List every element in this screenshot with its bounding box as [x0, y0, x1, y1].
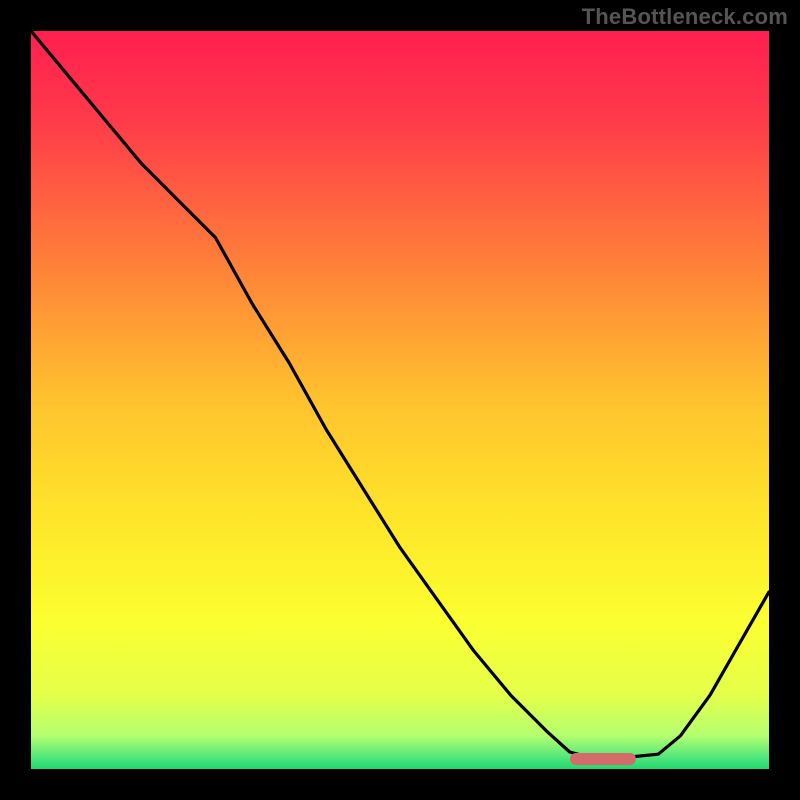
optimum-marker — [570, 753, 636, 765]
watermark-text: TheBottleneck.com — [582, 4, 788, 30]
bottleneck-curve — [31, 31, 769, 769]
plot-area — [31, 31, 769, 769]
chart-frame: TheBottleneck.com — [0, 0, 800, 800]
